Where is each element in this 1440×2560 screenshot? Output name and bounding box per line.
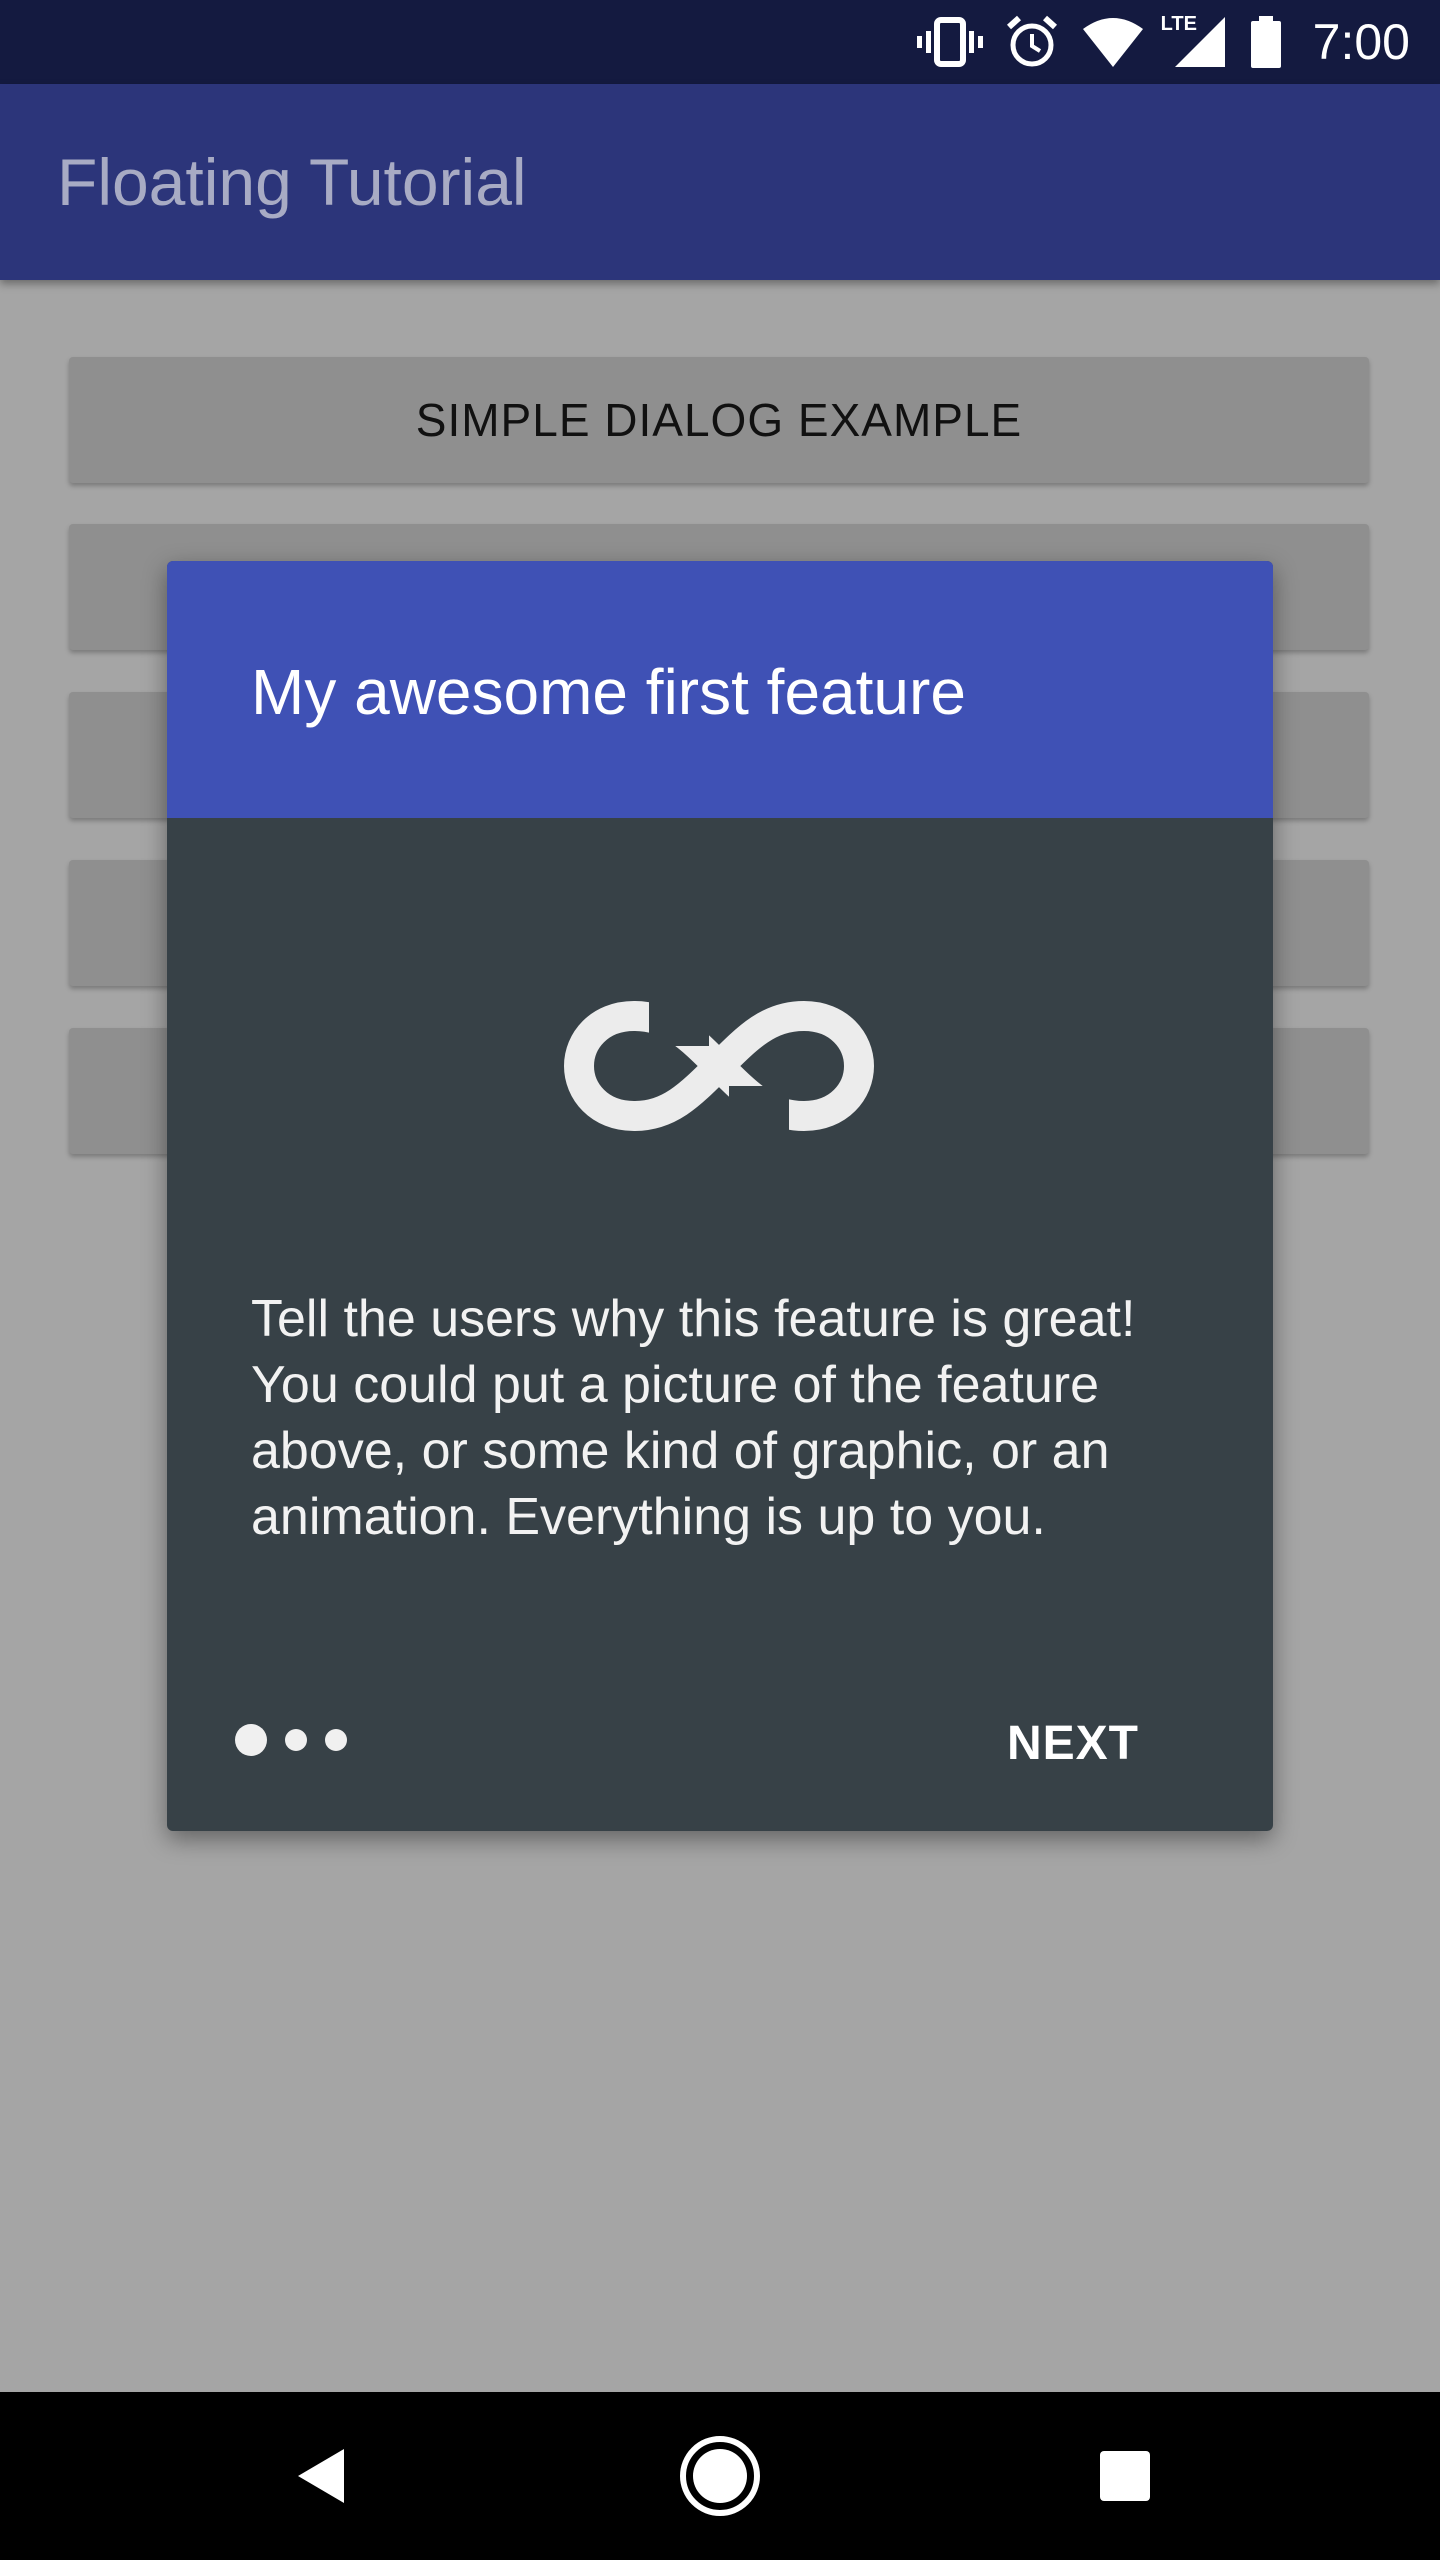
next-button[interactable]: NEXT <box>1007 1716 1139 1771</box>
back-icon[interactable] <box>270 2392 370 2560</box>
dialog-header: My awesome first feature <box>167 561 1273 818</box>
simple-dialog-example-button[interactable]: SIMPLE DIALOG EXAMPLE <box>69 357 1369 483</box>
status-icons: LTE 7:00 <box>916 0 1410 84</box>
lte-label: LTE <box>1160 13 1197 35</box>
status-time: 7:00 <box>1312 14 1410 70</box>
alarm-icon <box>1005 15 1059 69</box>
page-dot-2 <box>285 1729 307 1751</box>
infinity-icon <box>549 986 889 1151</box>
dialog-title: My awesome first feature <box>251 656 966 728</box>
dialog-body-text: Tell the users why this feature is great… <box>251 1290 1136 1546</box>
tutorial-dialog: My awesome first feature Tell the users … <box>167 561 1273 1831</box>
navigation-bar <box>0 2392 1440 2560</box>
app-bar: Floating Tutorial <box>0 84 1440 280</box>
home-icon[interactable] <box>670 2392 770 2560</box>
page-indicator <box>235 1724 347 1756</box>
recents-icon[interactable] <box>1075 2392 1175 2560</box>
app-title: Floating Tutorial <box>57 145 527 219</box>
wifi-icon <box>1081 17 1145 67</box>
page-dot-1 <box>235 1724 267 1756</box>
lte-signal-icon: LTE <box>1161 13 1227 69</box>
page-dot-3 <box>325 1729 347 1751</box>
battery-icon <box>1249 16 1283 68</box>
status-bar: LTE 7:00 <box>0 0 1440 84</box>
vibrate-icon <box>916 17 983 67</box>
